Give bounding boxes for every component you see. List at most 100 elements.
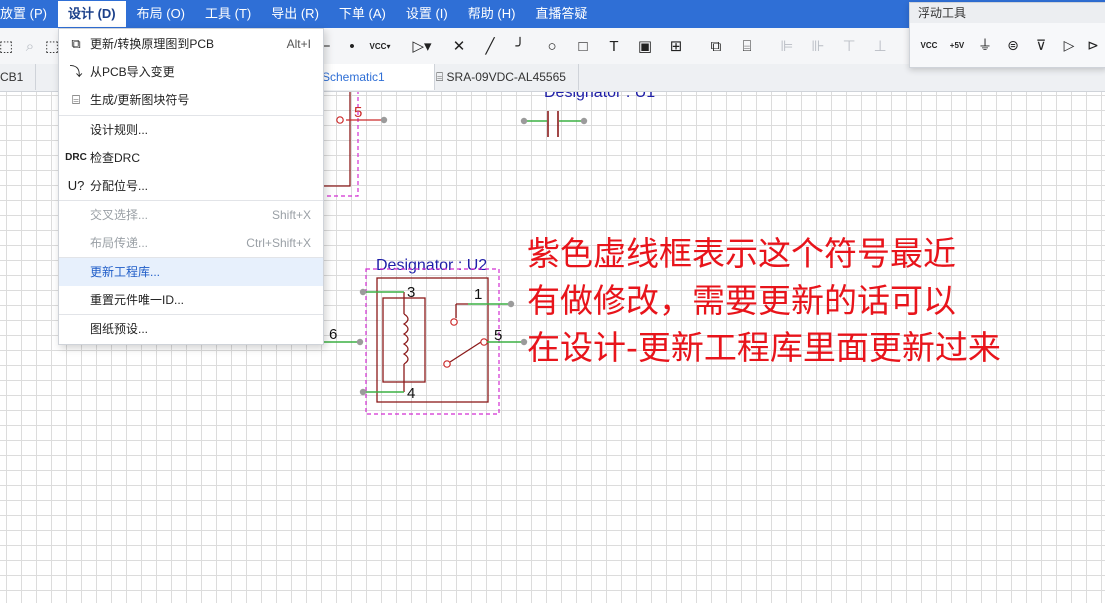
menu-item-shortcut: Alt+I (286, 37, 311, 51)
u2-pin4-number: 4 (407, 385, 415, 402)
u1-pin-right-end (580, 117, 588, 125)
menu-item-label: 从PCB导入变更 (90, 65, 175, 79)
annotation-line-1: 紫色虚线框表示这个符号最近 (527, 234, 956, 273)
annotation-line-2: 有做修改，需要更新的话可以 (527, 281, 956, 320)
menu-item-label: 交叉选择... (90, 208, 149, 222)
upper-pin-number: 5 (354, 104, 362, 121)
menu-layout[interactable]: 布局 (O) (127, 0, 195, 28)
menu-item-label: 设计规则... (90, 123, 149, 137)
line-icon[interactable]: ╱ (478, 34, 502, 58)
menu-design[interactable]: 设计 (D) (56, 0, 127, 28)
menu-order[interactable]: 下单 (A) (329, 0, 396, 28)
vcc-label: VCC (369, 41, 387, 51)
u2-pin4-end (359, 388, 367, 396)
menu-item-label: 图纸预设... (90, 322, 149, 336)
menu-item-design-rules[interactable]: 设计规则... (59, 116, 323, 144)
no-connect-icon[interactable]: ✕ (447, 34, 471, 58)
plus5v-icon-label: +5V (949, 40, 965, 50)
menu-item-import-from-pcb[interactable]: ⤵ 从PCB导入变更 (59, 58, 323, 86)
u2-switch-arm (449, 341, 482, 363)
tab-pcb[interactable]: CB1 (0, 64, 37, 90)
annotation-note: 紫色虚线框表示这个符号最近 有做修改，需要更新的话可以 在设计-更新工程库里面更… (527, 230, 1001, 371)
u2-common-contact (480, 338, 488, 346)
floating-tools-panel[interactable]: 浮动工具 VCC +5V ⏚ ⊜ ⊽ ▷ ⊳ (909, 2, 1105, 68)
menu-item-shortcut: Ctrl+Shift+X (246, 236, 311, 250)
menu-item-label: 分配位号... (90, 179, 149, 193)
circle-icon[interactable]: ○ (540, 34, 564, 58)
u2-pin3-end (359, 288, 367, 296)
vcc-power-icon[interactable]: VCC ▾ (368, 34, 392, 58)
image-icon[interactable]: ▣ (633, 34, 657, 58)
arc-icon[interactable]: ╯ (508, 34, 532, 58)
block-symbol-tool-icon[interactable]: ⌸ (735, 34, 759, 58)
design-menu-dropdown: ⧉ 更新/转换原理图到PCB Alt+I ⤵ 从PCB导入变更 ⌸ 生成/更新图… (58, 28, 324, 345)
annotation-line-3: 在设计-更新工程库里面更新过来 (527, 328, 1001, 367)
vcc-icon[interactable]: VCC (918, 33, 940, 57)
u2-coil (402, 313, 409, 365)
table-icon[interactable]: ⊞ (664, 34, 688, 58)
signal-ground-icon[interactable]: ⊽ (1030, 33, 1052, 57)
align-right-icon[interactable]: ⊪ (806, 34, 830, 58)
menu-item-annotate[interactable]: U? 分配位号... (59, 172, 323, 200)
menu-place[interactable]: 放置 (P) (0, 0, 57, 28)
tab-symbol[interactable]: ⌸ SRA-09VDC-AL45565 (424, 64, 579, 90)
menu-live-qa[interactable]: 直播答疑 (525, 0, 597, 28)
update-pcb-tool-icon[interactable]: ⧉ (704, 34, 728, 58)
menu-item-reset-unique-id[interactable]: 重置元件唯一ID... (59, 286, 323, 314)
u1-pin-left-end (520, 117, 528, 125)
net-port-icon[interactable]: ▷▾ (410, 34, 434, 58)
zoom-area-icon[interactable]: ⌕ (18, 34, 42, 58)
vcc-icon-label: VCC (920, 40, 938, 50)
zoom-fit-icon[interactable]: ⬚ (0, 34, 18, 58)
upper-symbol-contact (336, 116, 344, 124)
text-icon[interactable]: T (602, 34, 626, 58)
u2-no-contact (443, 360, 451, 368)
u2-pin1-end (507, 300, 515, 308)
menu-item-update-pcb[interactable]: ⧉ 更新/转换原理图到PCB Alt+I (59, 30, 323, 58)
u2-pin5-number: 5 (494, 327, 502, 344)
menu-item-check-drc[interactable]: DRC 检查DRC (59, 144, 323, 172)
menu-tools[interactable]: 工具 (T) (195, 0, 261, 28)
menu-item-label: 更新工程库... (90, 265, 161, 279)
menu-item-layout-transfer[interactable]: 布局传递... Ctrl+Shift+X (59, 229, 323, 257)
menu-item-shortcut: Shift+X (271, 208, 311, 222)
earth-ground-icon[interactable]: ⊜ (1002, 33, 1024, 57)
u2-body (376, 277, 489, 403)
menu-item-label: 检查DRC (90, 151, 140, 165)
annotate-icon: U? (67, 178, 85, 193)
tab-schematic[interactable]: Schematic1 (310, 64, 435, 90)
net-label-icon[interactable]: ▷ (1058, 33, 1080, 57)
menu-settings[interactable]: 设置 (I) (396, 0, 458, 28)
ground-icon[interactable]: ⏚ (974, 33, 996, 57)
align-top-icon[interactable]: ⊤ (837, 34, 861, 58)
import-from-pcb-icon: ⤵ (69, 64, 83, 79)
menu-item-update-project-library[interactable]: 更新工程库... (59, 258, 323, 286)
net-port-icon[interactable]: ⊳ (1082, 33, 1104, 57)
align-left-icon[interactable]: ⊫ (775, 34, 799, 58)
tab-pcb-label: CB1 (0, 70, 24, 84)
menu-item-cross-probe[interactable]: 交叉选择... Shift+X (59, 201, 323, 229)
bus-entry-icon[interactable]: • (340, 34, 364, 58)
tab-symbol-label: SRA-09VDC-AL45565 (446, 70, 566, 84)
rectangle-icon[interactable]: □ (571, 34, 595, 58)
u2-pin1-number: 1 (474, 286, 482, 303)
menu-item-label: 布局传递... (90, 236, 149, 250)
menu-item-sheet-presets[interactable]: 图纸预设... (59, 315, 323, 343)
align-bottom-icon[interactable]: ⊥ (868, 34, 892, 58)
menu-help[interactable]: 帮助 (H) (458, 0, 526, 28)
menu-item-label: 生成/更新图块符号 (90, 93, 190, 107)
generate-block-symbol-icon: ⌸ (72, 92, 80, 107)
plus5v-icon[interactable]: +5V (946, 33, 968, 57)
u2-designator: Designator : U2 (376, 257, 487, 274)
menu-item-label: 更新/转换原理图到PCB (90, 37, 215, 51)
drc-icon: DRC (65, 152, 87, 163)
floating-tools-title: 浮动工具 (910, 3, 1105, 23)
u2-nc-contact (450, 318, 458, 326)
menu-item-label: 重置元件唯一ID... (90, 293, 185, 307)
menu-item-generate-block-symbol[interactable]: ⌸ 生成/更新图块符号 (59, 86, 323, 114)
update-pcb-icon: ⧉ (71, 36, 81, 51)
symbol-tab-icon: ⌸ (436, 70, 447, 84)
u1-designator: Designator : U1 (544, 92, 655, 101)
u2-pin6-end (356, 338, 364, 346)
menu-export[interactable]: 导出 (R) (261, 0, 329, 28)
